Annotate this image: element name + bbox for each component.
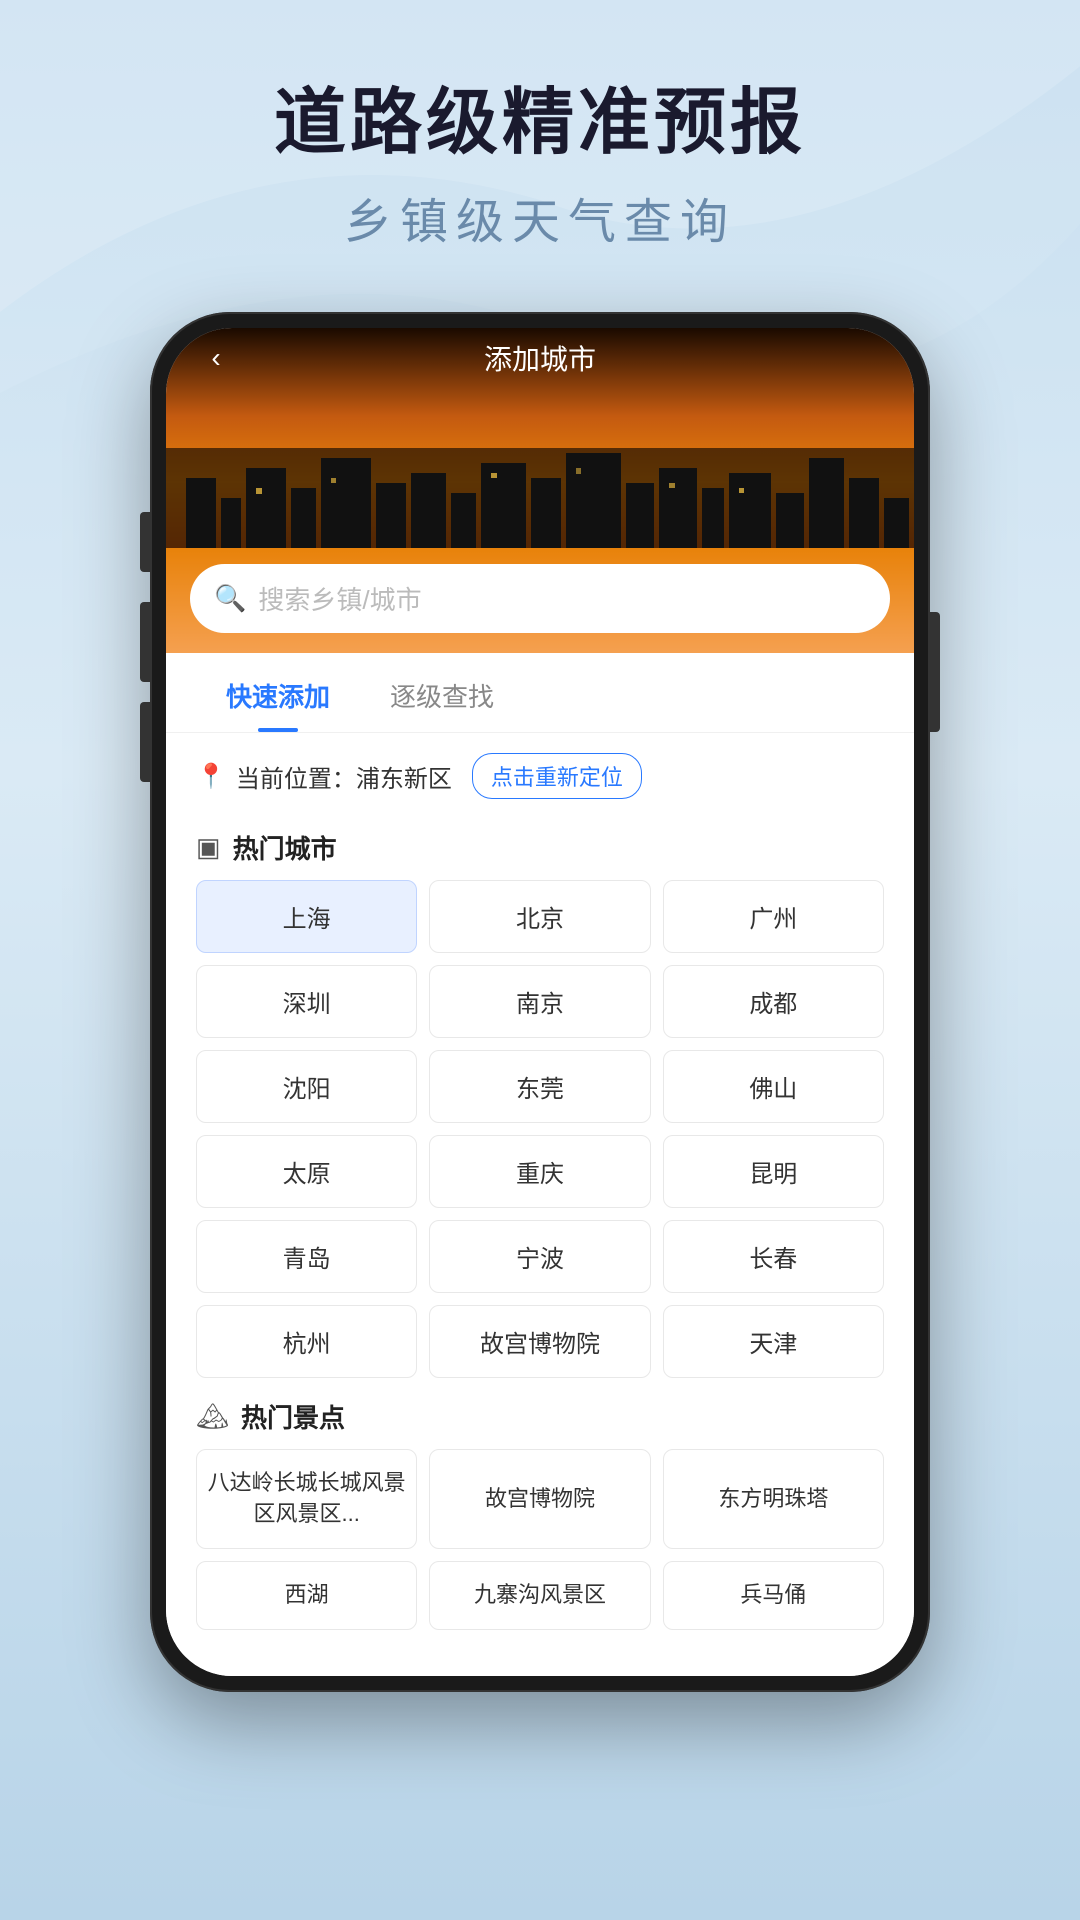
city-btn-成都[interactable]: 成都 bbox=[663, 965, 884, 1038]
scenic-btn-5[interactable]: 兵马俑 bbox=[663, 1561, 884, 1630]
scenic-btn-2[interactable]: 东方明珠塔 bbox=[663, 1449, 884, 1549]
location-text: 当前位置：浦东新区 bbox=[236, 759, 452, 794]
location-pin-icon: 📍 bbox=[196, 762, 226, 791]
city-btn-北京[interactable]: 北京 bbox=[429, 880, 650, 953]
phone-screen: ‹ 添加城市 🔍 搜索乡镇/城市 快速添加 逐级查找 📍 当前位置：浦东新区 bbox=[166, 328, 914, 1676]
city-btn-宁波[interactable]: 宁波 bbox=[429, 1220, 650, 1293]
scenic-btn-0[interactable]: 八达岭长城长城风景区风景区... bbox=[196, 1449, 417, 1549]
hot-scenic-header: 🏔 热门景点 bbox=[166, 1388, 914, 1449]
search-bar[interactable]: 🔍 搜索乡镇/城市 bbox=[190, 564, 890, 633]
hot-cities-icon: ▣ bbox=[196, 832, 221, 863]
side-button-mute bbox=[140, 512, 150, 572]
hot-cities-title: 热门城市 bbox=[233, 829, 337, 866]
tab-quick-add[interactable]: 快速添加 bbox=[196, 653, 360, 732]
city-btn-青岛[interactable]: 青岛 bbox=[196, 1220, 417, 1293]
city-grid: 上海北京广州深圳南京成都沈阳东莞佛山太原重庆昆明青岛宁波长春杭州故宫博物院天津 bbox=[166, 880, 914, 1388]
hot-scenic-section: 🏔 热门景点 八达岭长城长城风景区风景区...故宫博物院东方明珠塔西湖九寨沟风景… bbox=[166, 1388, 914, 1639]
city-btn-天津[interactable]: 天津 bbox=[663, 1305, 884, 1378]
city-btn-太原[interactable]: 太原 bbox=[196, 1135, 417, 1208]
search-area: 🔍 搜索乡镇/城市 bbox=[166, 548, 914, 653]
side-button-vol-down bbox=[140, 702, 150, 782]
hot-scenic-title: 热门景点 bbox=[241, 1398, 345, 1435]
city-btn-昆明[interactable]: 昆明 bbox=[663, 1135, 884, 1208]
city-btn-故宫博物院[interactable]: 故宫博物院 bbox=[429, 1305, 650, 1378]
city-btn-广州[interactable]: 广州 bbox=[663, 880, 884, 953]
city-btn-重庆[interactable]: 重庆 bbox=[429, 1135, 650, 1208]
scenic-btn-3[interactable]: 西湖 bbox=[196, 1561, 417, 1630]
scenic-btn-1[interactable]: 故宫博物院 bbox=[429, 1449, 650, 1549]
back-button[interactable]: ‹ bbox=[196, 338, 236, 378]
sub-title: 乡镇级天气查询 bbox=[274, 182, 806, 252]
scenic-grid: 八达岭长城长城风景区风景区...故宫博物院东方明珠塔西湖九寨沟风景区兵马俑 bbox=[166, 1449, 914, 1639]
content-area: 快速添加 逐级查找 📍 当前位置：浦东新区 点击重新定位 ▣ 热门城市 上海北京… bbox=[166, 653, 914, 1676]
city-btn-深圳[interactable]: 深圳 bbox=[196, 965, 417, 1038]
search-placeholder: 搜索乡镇/城市 bbox=[258, 580, 421, 617]
screen-title: 添加城市 bbox=[484, 338, 596, 378]
hot-scenic-icon: 🏔 bbox=[196, 1401, 229, 1432]
phone-frame: ‹ 添加城市 🔍 搜索乡镇/城市 快速添加 逐级查找 📍 当前位置：浦东新区 bbox=[150, 312, 930, 1692]
phone-header-bar: ‹ 添加城市 bbox=[166, 328, 914, 388]
scenic-btn-4[interactable]: 九寨沟风景区 bbox=[429, 1561, 650, 1630]
city-btn-长春[interactable]: 长春 bbox=[663, 1220, 884, 1293]
header-image: ‹ 添加城市 bbox=[166, 328, 914, 548]
header-section: 道路级精准预报 乡镇级天气查询 bbox=[274, 0, 806, 252]
city-btn-上海[interactable]: 上海 bbox=[196, 880, 417, 953]
search-icon: 🔍 bbox=[214, 583, 246, 614]
city-btn-东莞[interactable]: 东莞 bbox=[429, 1050, 650, 1123]
city-btn-佛山[interactable]: 佛山 bbox=[663, 1050, 884, 1123]
location-row: 📍 当前位置：浦东新区 点击重新定位 bbox=[166, 733, 914, 819]
hot-cities-header: ▣ 热门城市 bbox=[166, 819, 914, 880]
relocate-button[interactable]: 点击重新定位 bbox=[472, 753, 642, 799]
city-btn-沈阳[interactable]: 沈阳 bbox=[196, 1050, 417, 1123]
side-button-power bbox=[930, 612, 940, 732]
city-btn-杭州[interactable]: 杭州 bbox=[196, 1305, 417, 1378]
tab-browse[interactable]: 逐级查找 bbox=[360, 653, 524, 732]
city-btn-南京[interactable]: 南京 bbox=[429, 965, 650, 1038]
main-title: 道路级精准预报 bbox=[274, 80, 806, 166]
side-button-vol-up bbox=[140, 602, 150, 682]
tabs-bar: 快速添加 逐级查找 bbox=[166, 653, 914, 733]
